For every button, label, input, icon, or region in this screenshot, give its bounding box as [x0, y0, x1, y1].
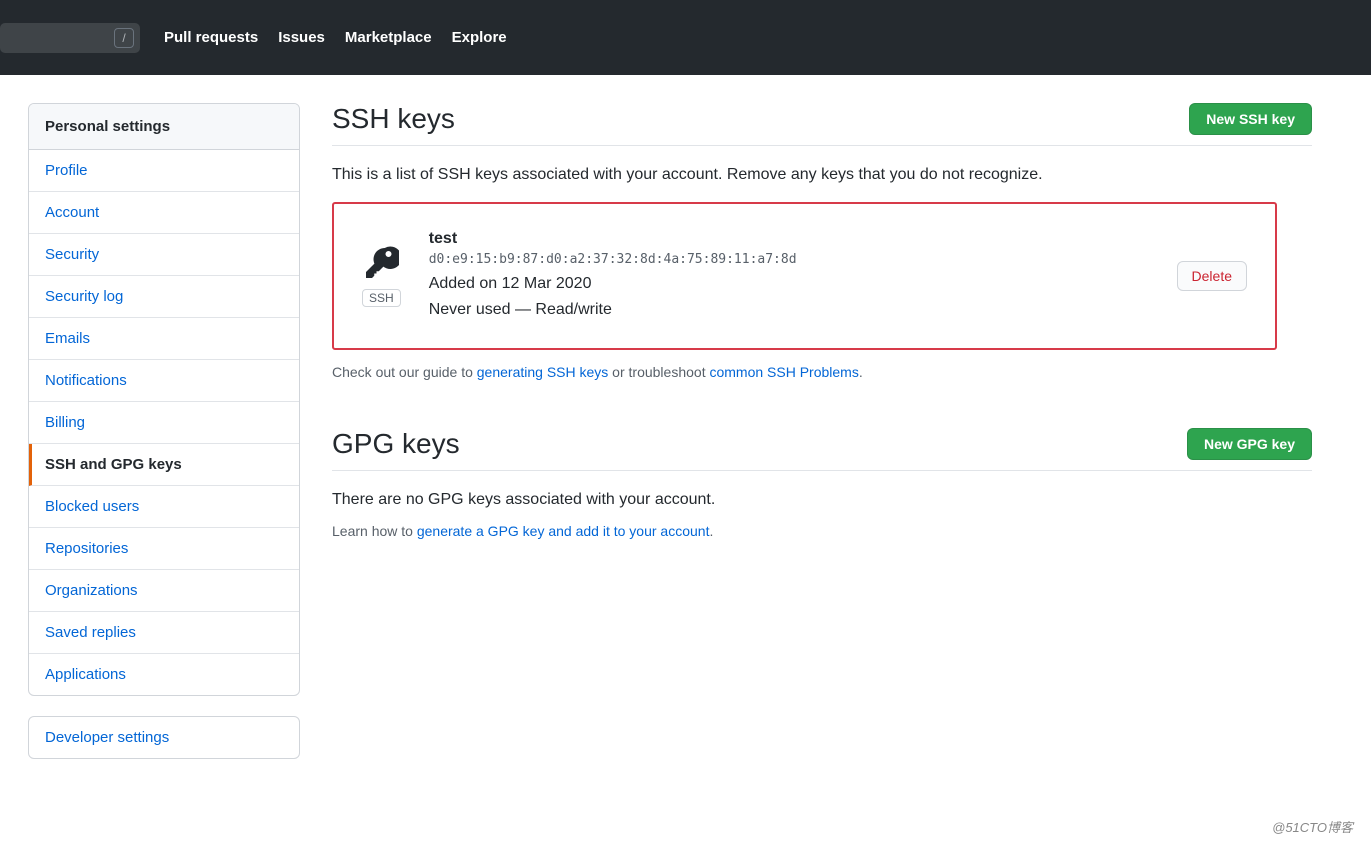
- ssh-description: This is a list of SSH keys associated wi…: [332, 166, 1312, 184]
- nav-issues[interactable]: Issues: [278, 29, 325, 46]
- watermark: @51CTO博客: [1272, 817, 1353, 836]
- nav-pull-requests[interactable]: Pull requests: [164, 29, 258, 46]
- gpg-section-header: GPG keys New GPG key: [332, 428, 1312, 471]
- ssh-key-details: test d0:e9:15:b9:87:d0:a2:37:32:8d:4a:75…: [429, 230, 1149, 322]
- ssh-guide-text: Check out our guide to generating SSH ke…: [332, 364, 1312, 380]
- generating-ssh-keys-link[interactable]: generating SSH keys: [477, 364, 609, 380]
- ssh-guide-suffix: .: [859, 364, 863, 380]
- ssh-key-fingerprint: d0:e9:15:b9:87:d0:a2:37:32:8d:4a:75:89:1…: [429, 252, 1149, 267]
- delete-ssh-key-button[interactable]: Delete: [1177, 261, 1247, 291]
- generate-gpg-key-link[interactable]: generate a GPG key and add it to your ac…: [417, 523, 710, 539]
- ssh-guide-prefix: Check out our guide to: [332, 364, 477, 380]
- settings-menu: Personal settings Profile Account Securi…: [28, 103, 300, 696]
- nav-marketplace[interactable]: Marketplace: [345, 29, 432, 46]
- sidebar-item-saved-replies[interactable]: Saved replies: [29, 612, 299, 654]
- new-gpg-key-button[interactable]: New GPG key: [1187, 428, 1312, 460]
- new-ssh-key-button[interactable]: New SSH key: [1189, 103, 1312, 135]
- global-search[interactable]: /: [0, 23, 140, 53]
- common-ssh-problems-link[interactable]: common SSH Problems: [709, 364, 858, 380]
- ssh-section-header: SSH keys New SSH key: [332, 103, 1312, 146]
- sidebar-item-applications[interactable]: Applications: [29, 654, 299, 695]
- sidebar-item-organizations[interactable]: Organizations: [29, 570, 299, 612]
- top-navigation-bar: / Pull requests Issues Marketplace Explo…: [0, 0, 1371, 75]
- sidebar-item-profile[interactable]: Profile: [29, 150, 299, 192]
- gpg-learn-suffix: .: [709, 523, 713, 539]
- gpg-learn-prefix: Learn how to: [332, 523, 417, 539]
- ssh-heading: SSH keys: [332, 103, 455, 135]
- ssh-key-usage: Never used — Read/write: [429, 297, 1149, 323]
- sidebar-item-billing[interactable]: Billing: [29, 402, 299, 444]
- ssh-key-title: test: [429, 230, 1149, 248]
- sidebar-item-blocked-users[interactable]: Blocked users: [29, 486, 299, 528]
- nav-explore[interactable]: Explore: [452, 29, 507, 46]
- ssh-key-icon-column: SSH: [362, 245, 401, 307]
- main-content: SSH keys New SSH key This is a list of S…: [332, 103, 1312, 759]
- ssh-key-added-date: Added on 12 Mar 2020: [429, 271, 1149, 297]
- gpg-empty-message: There are no GPG keys associated with yo…: [332, 491, 1312, 509]
- gpg-heading: GPG keys: [332, 428, 460, 460]
- slash-shortcut-icon: /: [114, 28, 134, 48]
- settings-menu-header: Personal settings: [29, 104, 299, 150]
- sidebar-item-emails[interactable]: Emails: [29, 318, 299, 360]
- primary-nav: Pull requests Issues Marketplace Explore: [164, 29, 507, 46]
- developer-settings-menu: Developer settings: [28, 716, 300, 759]
- sidebar-item-developer-settings[interactable]: Developer settings: [29, 717, 299, 758]
- sidebar-item-security-log[interactable]: Security log: [29, 276, 299, 318]
- sidebar-item-notifications[interactable]: Notifications: [29, 360, 299, 402]
- sidebar-item-security[interactable]: Security: [29, 234, 299, 276]
- sidebar-item-ssh-gpg-keys[interactable]: SSH and GPG keys: [29, 444, 299, 486]
- sidebar-item-repositories[interactable]: Repositories: [29, 528, 299, 570]
- ssh-guide-mid: or troubleshoot: [608, 364, 709, 380]
- ssh-key-item: SSH test d0:e9:15:b9:87:d0:a2:37:32:8d:4…: [332, 202, 1277, 350]
- ssh-type-badge: SSH: [362, 289, 401, 307]
- key-icon: [363, 245, 399, 281]
- sidebar-item-account[interactable]: Account: [29, 192, 299, 234]
- settings-sidebar: Personal settings Profile Account Securi…: [28, 103, 300, 759]
- gpg-learn-text: Learn how to generate a GPG key and add …: [332, 523, 1312, 539]
